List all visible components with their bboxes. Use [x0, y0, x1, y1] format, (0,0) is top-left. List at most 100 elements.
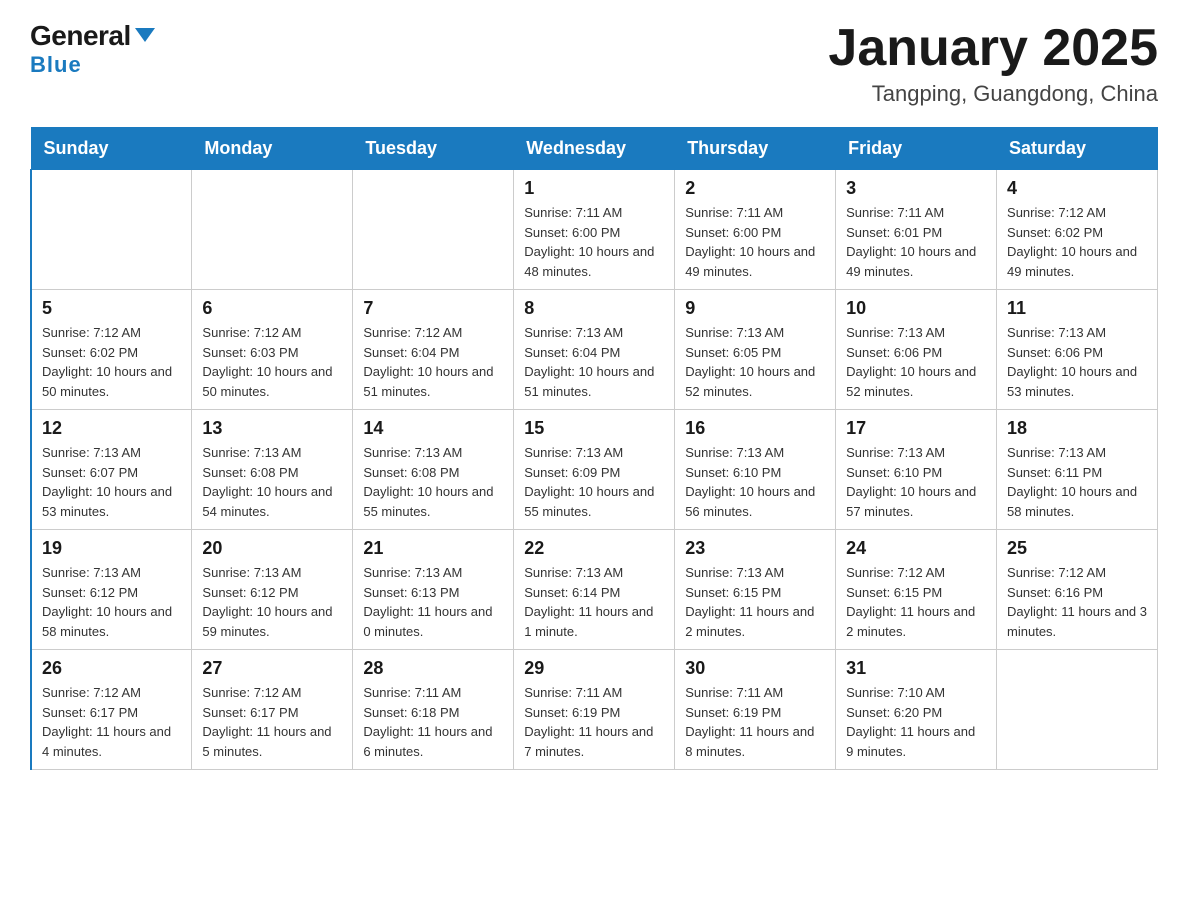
calendar-cell: 19 Sunrise: 7:13 AM Sunset: 6:12 PM Dayli… — [31, 530, 192, 650]
day-number: 23 — [685, 538, 825, 559]
calendar-cell: 24Sunrise: 7:12 AM Sunset: 6:15 PM Dayli… — [836, 530, 997, 650]
calendar-cell: 28Sunrise: 7:11 AM Sunset: 6:18 PM Dayli… — [353, 650, 514, 770]
logo-blue-text: Blue — [30, 52, 82, 78]
day-number: 20 — [202, 538, 342, 559]
day-number: 5 — [42, 298, 181, 319]
day-info: Sunrise: 7:11 AM Sunset: 6:19 PM Dayligh… — [685, 683, 825, 761]
calendar-table: SundayMondayTuesdayWednesdayThursdayFrid… — [30, 127, 1158, 770]
day-number: 6 — [202, 298, 342, 319]
day-info: Sunrise: 7:11 AM Sunset: 6:01 PM Dayligh… — [846, 203, 986, 281]
day-info: Sunrise: 7:12 AM Sunset: 6:02 PM Dayligh… — [42, 323, 181, 401]
day-number: 24 — [846, 538, 986, 559]
calendar-week-3: 12 Sunrise: 7:13 AM Sunset: 6:07 PM Dayli… — [31, 410, 1158, 530]
day-info: Sunrise: 7:13 AM Sunset: 6:12 PM Dayligh… — [202, 563, 342, 641]
day-number: 29 — [524, 658, 664, 679]
month-title: January 2025 — [828, 20, 1158, 77]
day-info: Sunrise: 7:12 AM Sunset: 6:17 PM Dayligh… — [42, 683, 181, 761]
column-header-saturday: Saturday — [997, 128, 1158, 170]
day-number: 1 — [524, 178, 664, 199]
calendar-cell: 10Sunrise: 7:13 AM Sunset: 6:06 PM Dayli… — [836, 290, 997, 410]
location-subtitle: Tangping, Guangdong, China — [828, 81, 1158, 107]
column-header-sunday: Sunday — [31, 128, 192, 170]
calendar-week-2: 5 Sunrise: 7:12 AM Sunset: 6:02 PM Daylig… — [31, 290, 1158, 410]
calendar-cell: 14Sunrise: 7:13 AM Sunset: 6:08 PM Dayli… — [353, 410, 514, 530]
day-info: Sunrise: 7:13 AM Sunset: 6:08 PM Dayligh… — [363, 443, 503, 521]
day-number: 25 — [1007, 538, 1147, 559]
calendar-cell: 5 Sunrise: 7:12 AM Sunset: 6:02 PM Daylig… — [31, 290, 192, 410]
day-number: 21 — [363, 538, 503, 559]
day-number: 19 — [42, 538, 181, 559]
calendar-cell: 13Sunrise: 7:13 AM Sunset: 6:08 PM Dayli… — [192, 410, 353, 530]
day-number: 12 — [42, 418, 181, 439]
day-number: 15 — [524, 418, 664, 439]
day-info: Sunrise: 7:13 AM Sunset: 6:10 PM Dayligh… — [846, 443, 986, 521]
day-info: Sunrise: 7:10 AM Sunset: 6:20 PM Dayligh… — [846, 683, 986, 761]
day-number: 3 — [846, 178, 986, 199]
day-info: Sunrise: 7:13 AM Sunset: 6:10 PM Dayligh… — [685, 443, 825, 521]
calendar-week-5: 26 Sunrise: 7:12 AM Sunset: 6:17 PM Dayli… — [31, 650, 1158, 770]
column-header-monday: Monday — [192, 128, 353, 170]
column-header-friday: Friday — [836, 128, 997, 170]
calendar-cell — [31, 170, 192, 290]
calendar-header: SundayMondayTuesdayWednesdayThursdayFrid… — [31, 128, 1158, 170]
day-info: Sunrise: 7:12 AM Sunset: 6:03 PM Dayligh… — [202, 323, 342, 401]
calendar-cell: 27 Sunrise: 7:12 AM Sunset: 6:17 PM Dayli… — [192, 650, 353, 770]
day-number: 22 — [524, 538, 664, 559]
calendar-cell: 1 Sunrise: 7:11 AM Sunset: 6:00 PM Daylig… — [514, 170, 675, 290]
calendar-week-1: 1 Sunrise: 7:11 AM Sunset: 6:00 PM Daylig… — [31, 170, 1158, 290]
column-header-wednesday: Wednesday — [514, 128, 675, 170]
calendar-cell: 29Sunrise: 7:11 AM Sunset: 6:19 PM Dayli… — [514, 650, 675, 770]
day-number: 16 — [685, 418, 825, 439]
page-header: General Blue January 2025 Tangping, Guan… — [30, 20, 1158, 107]
calendar-cell: 6 Sunrise: 7:12 AM Sunset: 6:03 PM Daylig… — [192, 290, 353, 410]
calendar-cell — [997, 650, 1158, 770]
day-info: Sunrise: 7:11 AM Sunset: 6:00 PM Dayligh… — [524, 203, 664, 281]
calendar-cell: 25 Sunrise: 7:12 AM Sunset: 6:16 PM Dayli… — [997, 530, 1158, 650]
day-number: 17 — [846, 418, 986, 439]
calendar-cell: 17 Sunrise: 7:13 AM Sunset: 6:10 PM Dayli… — [836, 410, 997, 530]
calendar-cell: 2 Sunrise: 7:11 AM Sunset: 6:00 PM Daylig… — [675, 170, 836, 290]
calendar-cell: 15Sunrise: 7:13 AM Sunset: 6:09 PM Dayli… — [514, 410, 675, 530]
calendar-cell: 12 Sunrise: 7:13 AM Sunset: 6:07 PM Dayli… — [31, 410, 192, 530]
calendar-body: 1 Sunrise: 7:11 AM Sunset: 6:00 PM Daylig… — [31, 170, 1158, 770]
calendar-cell: 21Sunrise: 7:13 AM Sunset: 6:13 PM Dayli… — [353, 530, 514, 650]
calendar-week-4: 19 Sunrise: 7:13 AM Sunset: 6:12 PM Dayli… — [31, 530, 1158, 650]
day-info: Sunrise: 7:13 AM Sunset: 6:04 PM Dayligh… — [524, 323, 664, 401]
calendar-cell: 8 Sunrise: 7:13 AM Sunset: 6:04 PM Daylig… — [514, 290, 675, 410]
day-number: 4 — [1007, 178, 1147, 199]
day-info: Sunrise: 7:13 AM Sunset: 6:14 PM Dayligh… — [524, 563, 664, 641]
day-number: 28 — [363, 658, 503, 679]
day-info: Sunrise: 7:12 AM Sunset: 6:17 PM Dayligh… — [202, 683, 342, 761]
day-number: 26 — [42, 658, 181, 679]
calendar-cell: 18Sunrise: 7:13 AM Sunset: 6:11 PM Dayli… — [997, 410, 1158, 530]
day-number: 2 — [685, 178, 825, 199]
calendar-cell: 22 Sunrise: 7:13 AM Sunset: 6:14 PM Dayli… — [514, 530, 675, 650]
logo-general-text: General — [30, 20, 131, 52]
day-number: 8 — [524, 298, 664, 319]
logo-triangle-icon — [135, 28, 155, 42]
day-info: Sunrise: 7:13 AM Sunset: 6:06 PM Dayligh… — [1007, 323, 1147, 401]
day-header-row: SundayMondayTuesdayWednesdayThursdayFrid… — [31, 128, 1158, 170]
column-header-thursday: Thursday — [675, 128, 836, 170]
day-number: 11 — [1007, 298, 1147, 319]
title-section: January 2025 Tangping, Guangdong, China — [828, 20, 1158, 107]
calendar-cell: 26 Sunrise: 7:12 AM Sunset: 6:17 PM Dayli… — [31, 650, 192, 770]
day-number: 31 — [846, 658, 986, 679]
calendar-cell — [192, 170, 353, 290]
day-info: Sunrise: 7:11 AM Sunset: 6:00 PM Dayligh… — [685, 203, 825, 281]
day-number: 7 — [363, 298, 503, 319]
day-info: Sunrise: 7:13 AM Sunset: 6:07 PM Dayligh… — [42, 443, 181, 521]
day-info: Sunrise: 7:13 AM Sunset: 6:12 PM Dayligh… — [42, 563, 181, 641]
calendar-cell: 31 Sunrise: 7:10 AM Sunset: 6:20 PM Dayli… — [836, 650, 997, 770]
day-info: Sunrise: 7:13 AM Sunset: 6:15 PM Dayligh… — [685, 563, 825, 641]
day-number: 27 — [202, 658, 342, 679]
calendar-cell: 20 Sunrise: 7:13 AM Sunset: 6:12 PM Dayli… — [192, 530, 353, 650]
day-number: 18 — [1007, 418, 1147, 439]
logo: General Blue — [30, 20, 155, 78]
day-info: Sunrise: 7:12 AM Sunset: 6:16 PM Dayligh… — [1007, 563, 1147, 641]
day-info: Sunrise: 7:13 AM Sunset: 6:05 PM Dayligh… — [685, 323, 825, 401]
calendar-cell: 11 Sunrise: 7:13 AM Sunset: 6:06 PM Dayli… — [997, 290, 1158, 410]
day-number: 10 — [846, 298, 986, 319]
calendar-cell: 7Sunrise: 7:12 AM Sunset: 6:04 PM Daylig… — [353, 290, 514, 410]
calendar-cell: 23 Sunrise: 7:13 AM Sunset: 6:15 PM Dayli… — [675, 530, 836, 650]
